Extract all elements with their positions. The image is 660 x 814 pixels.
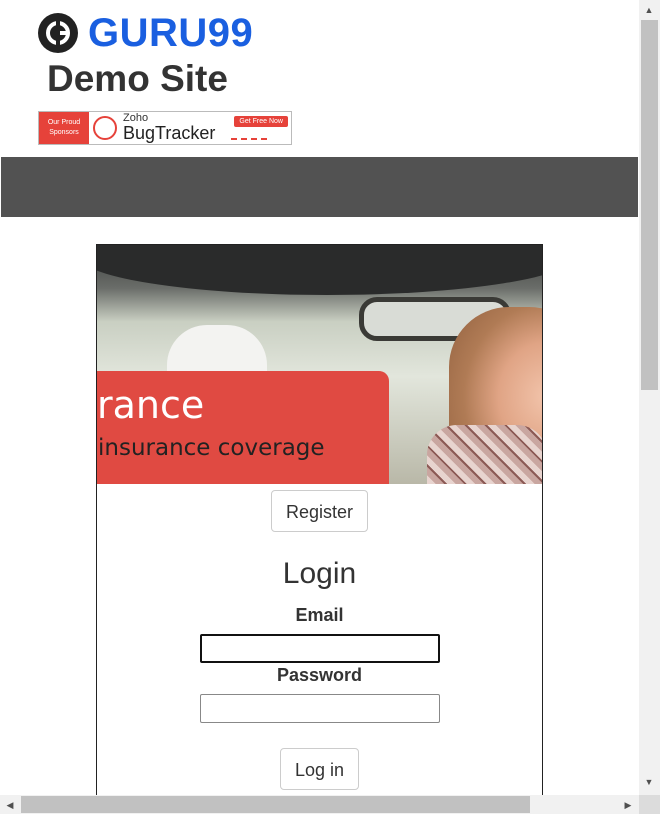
vertical-scroll-thumb[interactable]	[641, 20, 658, 390]
promo-subtitle: insurance coverage	[98, 435, 325, 461]
login-heading: Login	[282, 557, 357, 590]
car-roof-shape	[97, 245, 542, 295]
content-card: rance insurance coverage Register Login …	[96, 244, 543, 795]
sponsor-label: Our Proud Sponsors	[39, 112, 89, 144]
scarf-shape	[427, 425, 542, 484]
scroll-right-icon[interactable]: ▶	[620, 797, 636, 813]
register-button[interactable]: Register	[271, 490, 368, 532]
email-label: Email	[295, 605, 344, 625]
password-field[interactable]	[200, 694, 440, 723]
bug-icon	[93, 116, 117, 140]
sponsor-banner[interactable]: Our Proud Sponsors Zoho BugTracker Get F…	[38, 111, 292, 145]
scroll-left-icon[interactable]: ◀	[2, 797, 18, 813]
guru99-logo-icon	[38, 13, 78, 53]
password-label: Password	[276, 665, 363, 685]
vertical-scrollbar[interactable]: ▲ ▼	[639, 0, 660, 795]
dashed-arrow-decoration	[231, 138, 267, 140]
scrollbar-corner	[639, 795, 660, 814]
promo-title: rance	[97, 383, 205, 427]
sponsor-cta-button[interactable]: Get Free Now	[234, 116, 288, 127]
horizontal-scrollbar[interactable]: ◀ ▶	[0, 795, 639, 814]
hero-image: rance insurance coverage	[97, 245, 542, 484]
site-title: Demo Site	[47, 58, 228, 99]
sponsor-brand-name: BugTracker	[123, 123, 216, 143]
email-field[interactable]	[200, 634, 440, 663]
navigation-bar	[1, 157, 638, 217]
horizontal-scroll-thumb[interactable]	[21, 796, 530, 813]
login-button[interactable]: Log in	[280, 748, 359, 790]
guru99-logo[interactable]: GURU99	[38, 10, 254, 55]
logo-text: GURU99	[88, 10, 254, 55]
scroll-down-icon[interactable]: ▼	[641, 774, 657, 790]
scroll-up-icon[interactable]: ▲	[641, 2, 657, 18]
page-viewport: GURU99 Demo Site Our Proud Sponsors Zoho…	[0, 0, 639, 795]
